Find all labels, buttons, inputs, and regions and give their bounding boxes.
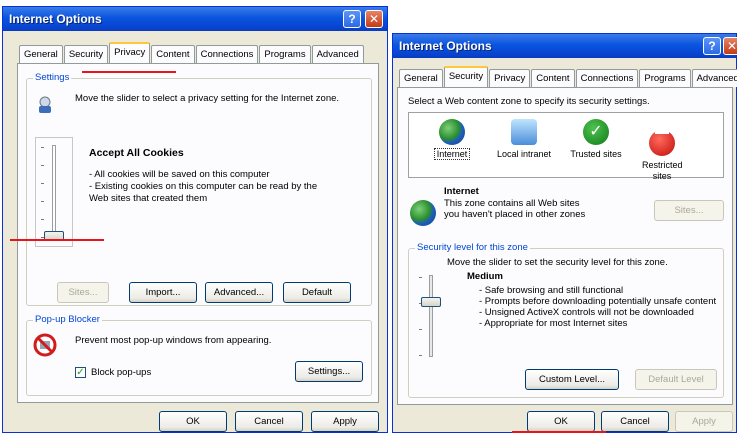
- popup-blocker-group: Pop-up Blocker Prevent most pop-up windo…: [26, 314, 372, 396]
- privacy-slider-track: [52, 145, 56, 239]
- security-slider-thumb[interactable]: [421, 297, 441, 307]
- tab-security[interactable]: Security: [443, 66, 489, 87]
- help-icon[interactable]: ?: [703, 37, 721, 55]
- import-button[interactable]: Import...: [129, 282, 197, 303]
- help-icon[interactable]: ?: [343, 10, 361, 28]
- left-internet-options-window: Internet Options ? ✕ General Security Pr…: [2, 6, 388, 433]
- zone-label: Restricted sites: [642, 160, 683, 181]
- security-level-group-label: Security level for this zone: [415, 242, 530, 253]
- advanced-button[interactable]: Advanced...: [205, 282, 273, 303]
- intranet-icon: [511, 119, 537, 145]
- security-level-bullet: - Safe browsing and still functional: [479, 285, 624, 296]
- block-popups-label: Block pop-ups: [91, 367, 152, 378]
- highlight-line-privacy-tab: [82, 71, 176, 73]
- no-popup-icon: [33, 333, 57, 357]
- default-button[interactable]: Default: [283, 282, 351, 303]
- right-title-bar[interactable]: Internet Options ? ✕: [393, 34, 737, 58]
- left-tab-panel: Settings Move the slider to select a pri…: [17, 63, 379, 403]
- tab-privacy[interactable]: Privacy: [489, 69, 531, 87]
- right-tab-strip: General Security Privacy Content Connect…: [399, 66, 737, 87]
- security-level-title: Medium: [467, 271, 503, 282]
- right-cancel-button[interactable]: Cancel: [601, 411, 669, 432]
- left-ok-button[interactable]: OK: [159, 411, 227, 432]
- left-tab-strip: General Security Privacy Content Connect…: [19, 42, 365, 63]
- settings-group-label: Settings: [33, 72, 72, 83]
- zone-prompt: Select a Web content zone to specify its…: [408, 96, 650, 107]
- zone-trusted-sites[interactable]: ✓ Trusted sites: [561, 119, 631, 159]
- zone-sites-button[interactable]: Sites...: [654, 200, 724, 221]
- security-level-bullet: - Prompts before downloading potentially…: [479, 296, 717, 307]
- popup-settings-button[interactable]: Settings...: [295, 361, 363, 382]
- right-ok-button[interactable]: OK: [527, 411, 595, 432]
- highlight-line-slider: [10, 239, 104, 241]
- zone-label: Internet: [433, 148, 471, 160]
- close-icon[interactable]: ✕: [365, 10, 383, 28]
- tab-advanced[interactable]: Advanced: [691, 69, 737, 87]
- slider-tick: [41, 147, 44, 148]
- custom-level-button[interactable]: Custom Level...: [525, 369, 619, 390]
- slider-tick: [41, 219, 44, 220]
- checkmark-icon: ✓: [583, 119, 609, 145]
- slider-tick: [419, 277, 422, 278]
- zone-local-intranet[interactable]: Local intranet: [489, 119, 559, 159]
- tab-security[interactable]: Security: [63, 45, 109, 63]
- left-cancel-button[interactable]: Cancel: [235, 411, 303, 432]
- tab-general[interactable]: General: [399, 69, 443, 87]
- default-level-button[interactable]: Default Level: [635, 369, 717, 390]
- globe-icon: [410, 200, 436, 226]
- zone-label: Local intranet: [496, 149, 552, 159]
- slider-tick: [419, 329, 422, 330]
- slider-tick: [41, 165, 44, 166]
- zone-list: Internet Local intranet ✓ Trusted sites …: [408, 112, 724, 181]
- left-apply-button[interactable]: Apply: [311, 411, 379, 432]
- sites-button[interactable]: Sites...: [57, 282, 109, 303]
- privacy-icon: [39, 96, 51, 113]
- close-icon[interactable]: ✕: [723, 37, 737, 55]
- security-level-bullet: - Unsigned ActiveX controls will not be …: [479, 307, 694, 318]
- right-tab-panel: Select a Web content zone to specify its…: [397, 87, 733, 405]
- privacy-settings-group: Settings Move the slider to select a pri…: [26, 72, 372, 306]
- tab-programs[interactable]: Programs: [259, 45, 311, 63]
- security-level-group: Security level for this zone Move the sl…: [408, 242, 724, 398]
- privacy-instruction: Move the slider to select a privacy sett…: [75, 93, 340, 104]
- security-slider-track: [429, 275, 433, 357]
- privacy-level-bullet: - All cookies will be saved on this comp…: [89, 169, 270, 180]
- tab-connections[interactable]: Connections: [195, 45, 259, 63]
- slider-tick: [41, 201, 44, 202]
- tab-advanced[interactable]: Advanced: [311, 45, 364, 63]
- zone-label: Trusted sites: [570, 149, 622, 159]
- tab-content[interactable]: Content: [151, 45, 195, 63]
- left-window-title: Internet Options: [9, 12, 102, 26]
- tab-privacy[interactable]: Privacy: [109, 42, 151, 63]
- privacy-level-title: Accept All Cookies: [89, 147, 184, 159]
- zone-restricted-sites[interactable]: Restricted sites: [627, 119, 697, 182]
- restricted-icon: [649, 130, 675, 156]
- security-instruction: Move the slider to set the security leve…: [447, 257, 668, 268]
- block-popups-checkbox[interactable]: ✓: [75, 367, 86, 378]
- globe-icon: [439, 119, 465, 145]
- zone-info-description: This zone contains all Web sites you hav…: [444, 198, 586, 220]
- zone-info-title: Internet: [444, 186, 479, 197]
- popup-description: Prevent most pop-up windows from appeari…: [75, 335, 272, 346]
- tab-connections[interactable]: Connections: [575, 69, 639, 87]
- privacy-level-bullet: - Existing cookies on this computer can …: [89, 181, 318, 204]
- left-title-bar[interactable]: Internet Options ? ✕: [3, 7, 387, 31]
- popup-group-label: Pop-up Blocker: [33, 314, 102, 325]
- tab-general[interactable]: General: [19, 45, 63, 63]
- right-apply-button[interactable]: Apply: [675, 411, 733, 432]
- right-window-title: Internet Options: [399, 39, 492, 53]
- right-internet-options-window: Internet Options ? ✕ General Security Pr…: [392, 33, 737, 433]
- security-level-bullet: - Appropriate for most Internet sites: [479, 318, 628, 329]
- slider-tick: [41, 183, 44, 184]
- tab-programs[interactable]: Programs: [639, 69, 691, 87]
- slider-tick: [419, 355, 422, 356]
- zone-internet[interactable]: Internet: [417, 119, 487, 160]
- tab-content[interactable]: Content: [531, 69, 575, 87]
